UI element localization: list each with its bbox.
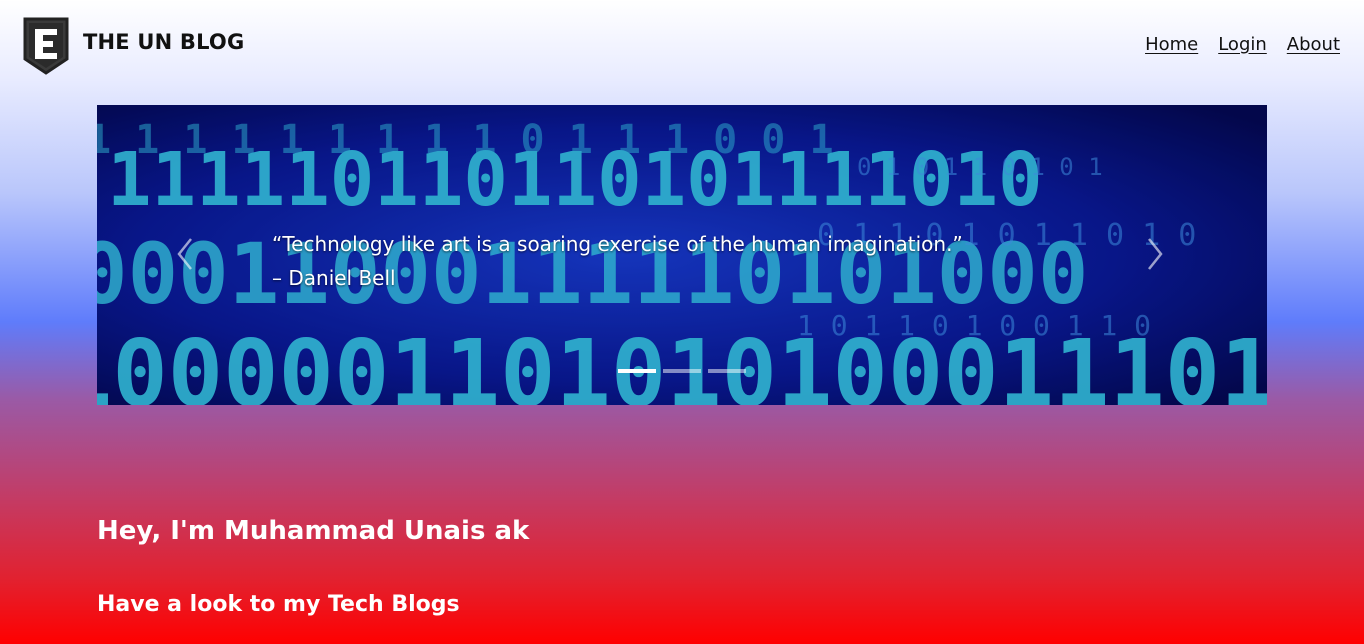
carousel-next-button[interactable] [1139,233,1169,275]
carousel-indicator-3[interactable] [708,369,746,373]
nav-link-about[interactable]: About [1287,34,1340,55]
site-header: THE UN BLOG Home Login About [0,0,1364,90]
hero-carousel[interactable]: 1 1 1 1 1 1 1 1 1 0 1 1 1 0 0 1 11111011… [97,105,1267,405]
nav-link-login[interactable]: Login [1218,34,1267,55]
intro-subheading: Have a look to my Tech Blogs [97,592,460,617]
main-nav: Home Login About [1145,34,1340,55]
intro-heading: Hey, I'm Muhammad Unais ak [97,516,530,546]
nav-link-home[interactable]: Home [1145,34,1198,55]
carousel-indicator-1[interactable] [618,369,656,373]
carousel-author: – Daniel Bell [272,266,396,290]
chevron-right-icon [1148,238,1163,270]
site-title: THE UN BLOG [83,30,245,54]
carousel-indicator-2[interactable] [663,369,701,373]
chevron-left-icon [177,238,192,270]
carousel-prev-button[interactable] [171,233,201,275]
carousel-quote: “Technology like art is a soaring exerci… [272,232,963,256]
carousel-caption: “Technology like art is a soaring exerci… [272,227,963,295]
carousel-indicators [618,369,746,373]
shield-e-logo-icon [23,17,69,75]
brand[interactable]: THE UN BLOG [19,13,244,77]
